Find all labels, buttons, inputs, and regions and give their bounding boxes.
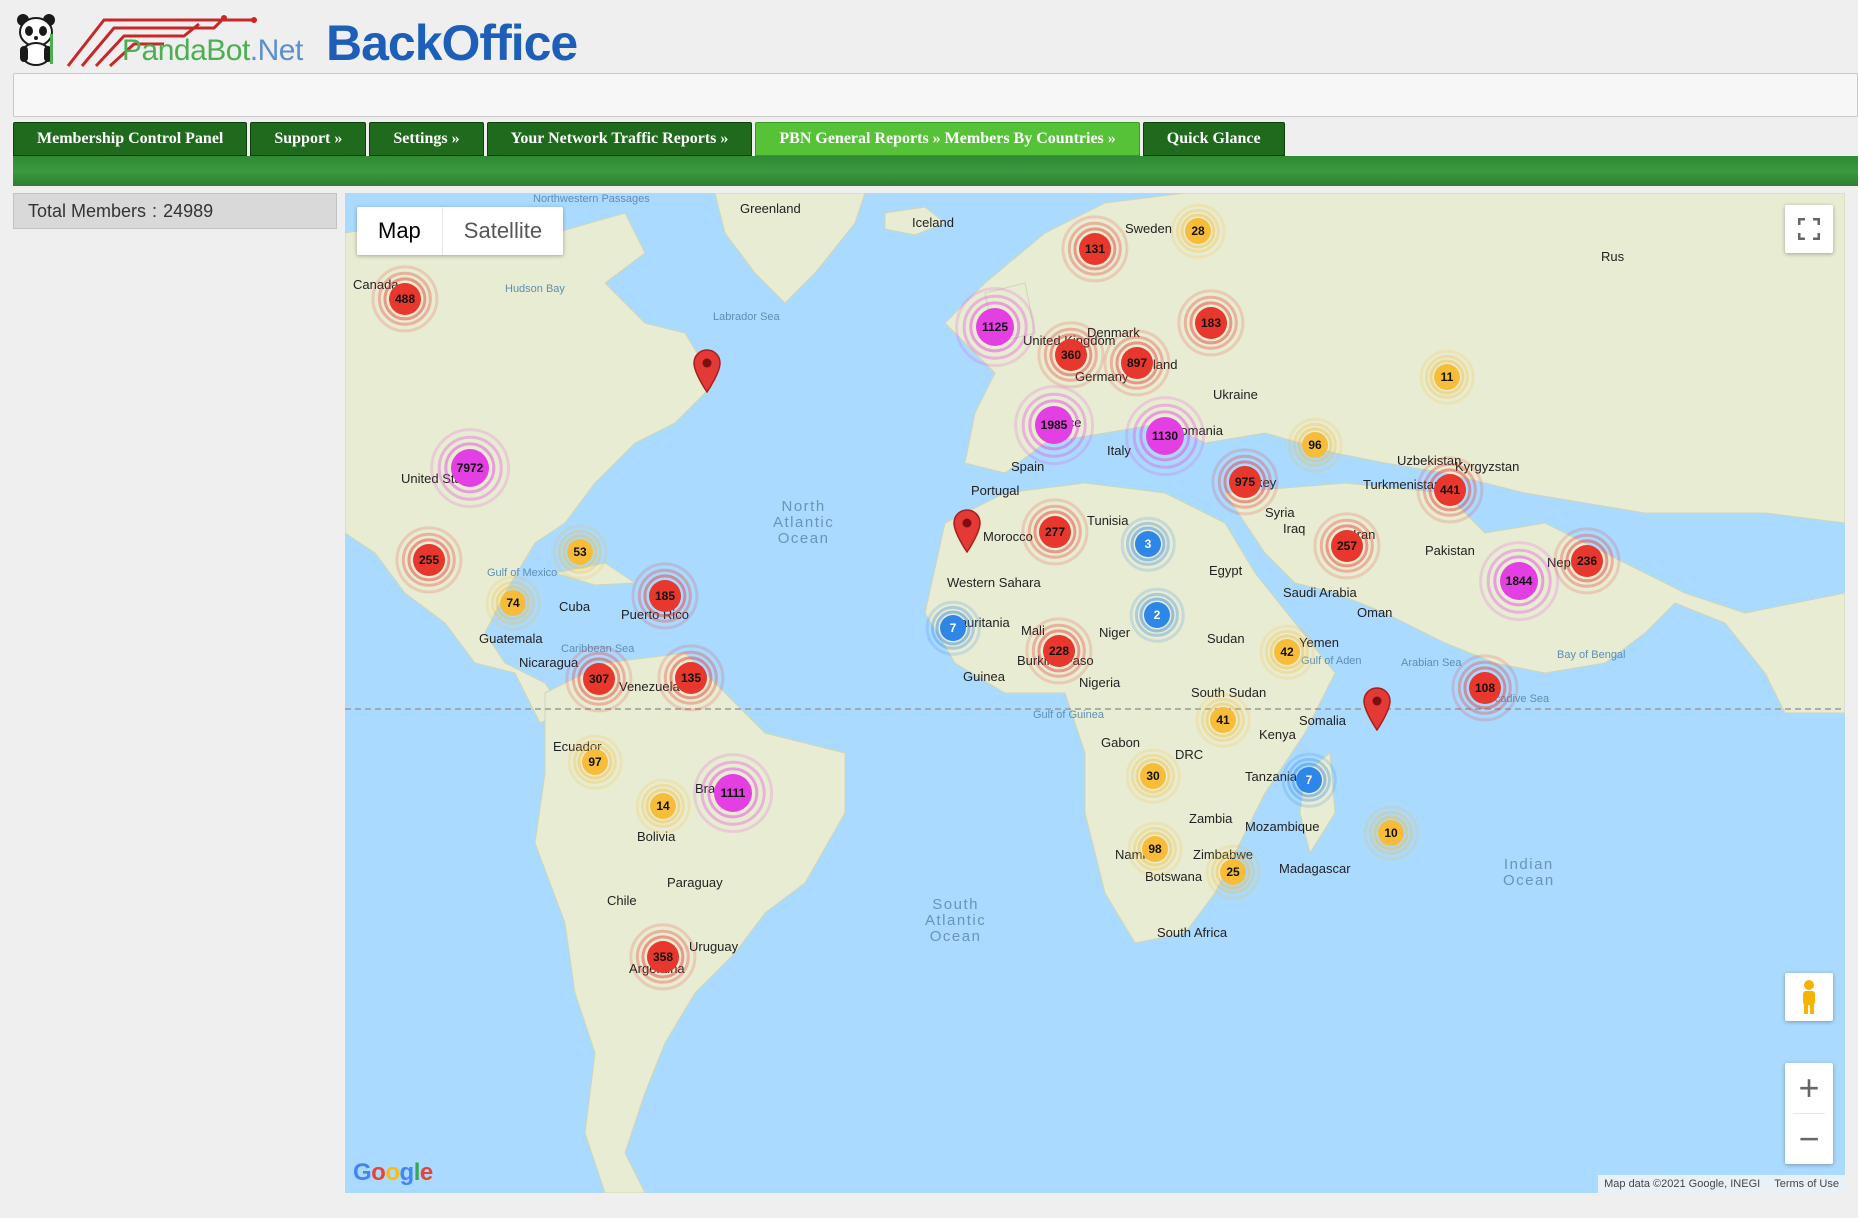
logo-text-backoffice: BackOffice bbox=[326, 15, 578, 71]
cluster-count: 74 bbox=[500, 590, 526, 616]
cluster-count: 30 bbox=[1140, 763, 1166, 789]
nav-support[interactable]: Support » bbox=[250, 122, 367, 156]
cluster-count: 53 bbox=[567, 539, 593, 565]
cluster-count: 441 bbox=[1434, 474, 1466, 506]
nav-settings[interactable]: Settings » bbox=[369, 122, 484, 156]
cluster-count: 7 bbox=[1296, 767, 1322, 793]
cluster-count: 307 bbox=[583, 663, 615, 695]
cluster-count: 975 bbox=[1229, 466, 1261, 498]
cluster-count: 3 bbox=[1135, 531, 1161, 557]
map-pin-icon[interactable] bbox=[952, 509, 982, 554]
zoom-out-button[interactable]: − bbox=[1785, 1114, 1833, 1164]
cluster-count: 257 bbox=[1331, 530, 1363, 562]
cluster-count: 1111 bbox=[714, 774, 752, 812]
map-pin-icon[interactable] bbox=[692, 349, 722, 394]
main-nav: Membership Control Panel Support » Setti… bbox=[13, 122, 1285, 156]
cluster-count: 11 bbox=[1434, 364, 1460, 390]
cluster-count: 1125 bbox=[976, 308, 1014, 346]
map-type-satellite-button[interactable]: Satellite bbox=[443, 207, 563, 255]
cluster-count: 42 bbox=[1274, 639, 1300, 665]
fullscreen-button[interactable] bbox=[1785, 205, 1833, 253]
terms-of-use-link[interactable]: Terms of Use bbox=[1774, 1178, 1839, 1190]
zoom-control: + − bbox=[1785, 1063, 1833, 1164]
cluster-count: 2 bbox=[1144, 602, 1170, 628]
cluster-count: 96 bbox=[1302, 432, 1328, 458]
cluster-count: 488 bbox=[389, 283, 421, 315]
total-members-box: Total Members : 24989 bbox=[13, 193, 337, 229]
cluster-count: 236 bbox=[1571, 545, 1603, 577]
cluster-count: 228 bbox=[1043, 635, 1075, 667]
nav-network-traffic-reports[interactable]: Your Network Traffic Reports » bbox=[486, 122, 753, 156]
site-logo[interactable]: PandaBot.Net BackOffice bbox=[14, 8, 604, 71]
fullscreen-icon bbox=[1798, 218, 1820, 240]
nav-underline-bar bbox=[13, 156, 1858, 186]
total-members-value: 24989 bbox=[163, 200, 214, 221]
cluster-count: 41 bbox=[1210, 707, 1236, 733]
map-attribution: Map data ©2021 Google, INEGI Terms of Us… bbox=[1598, 1175, 1845, 1193]
cluster-count: 277 bbox=[1039, 516, 1071, 548]
google-logo[interactable]: Google bbox=[353, 1159, 433, 1187]
cluster-count: 360 bbox=[1055, 339, 1087, 371]
cluster-count: 131 bbox=[1079, 233, 1111, 265]
cluster-count: 28 bbox=[1185, 218, 1211, 244]
street-view-pegman-button[interactable] bbox=[1785, 973, 1833, 1021]
app-root: PandaBot.Net BackOffice Membership Contr… bbox=[0, 0, 1858, 1218]
nav-membership-control-panel[interactable]: Membership Control Panel bbox=[13, 122, 248, 156]
map-pin-icon[interactable] bbox=[1362, 687, 1392, 732]
cluster-count: 25 bbox=[1220, 859, 1246, 885]
cluster-count: 1844 bbox=[1500, 562, 1538, 600]
pegman-icon bbox=[1803, 980, 1815, 1014]
cluster-count: 108 bbox=[1469, 672, 1501, 704]
total-members-label: Total Members bbox=[28, 200, 147, 221]
map-type-control: Map Satellite bbox=[357, 207, 564, 255]
cluster-count: 135 bbox=[675, 662, 707, 694]
cluster-count: 185 bbox=[649, 580, 681, 612]
nav-quick-glance[interactable]: Quick Glance bbox=[1142, 122, 1285, 156]
cluster-count: 97 bbox=[582, 749, 608, 775]
total-members-separator: : bbox=[152, 200, 158, 221]
world-map[interactable]: Greenland Iceland Sweden Canada Hudson Bay La… bbox=[345, 193, 1845, 1193]
cluster-count: 183 bbox=[1195, 307, 1227, 339]
zoom-in-button[interactable]: + bbox=[1785, 1063, 1833, 1113]
cluster-count: 358 bbox=[647, 941, 679, 973]
panda-icon bbox=[17, 14, 55, 66]
map-type-map-button[interactable]: Map bbox=[357, 207, 443, 255]
cluster-count: 10 bbox=[1378, 820, 1404, 846]
top-bar bbox=[13, 73, 1858, 117]
cluster-count: 7972 bbox=[451, 449, 489, 487]
cluster-count: 255 bbox=[413, 544, 445, 576]
cluster-count: 7 bbox=[940, 615, 966, 641]
cluster-count: 897 bbox=[1121, 347, 1153, 379]
map-data-attribution: Map data ©2021 Google, INEGI bbox=[1604, 1178, 1761, 1190]
cluster-count: 1130 bbox=[1146, 417, 1184, 455]
cluster-count: 14 bbox=[650, 793, 676, 819]
logo-text-pandabot: PandaBot.Net bbox=[122, 34, 303, 67]
cluster-count: 98 bbox=[1142, 836, 1168, 862]
nav-pbn-general-reports[interactable]: PBN General Reports » Members By Countri… bbox=[755, 122, 1140, 156]
cluster-count: 1985 bbox=[1035, 406, 1073, 444]
